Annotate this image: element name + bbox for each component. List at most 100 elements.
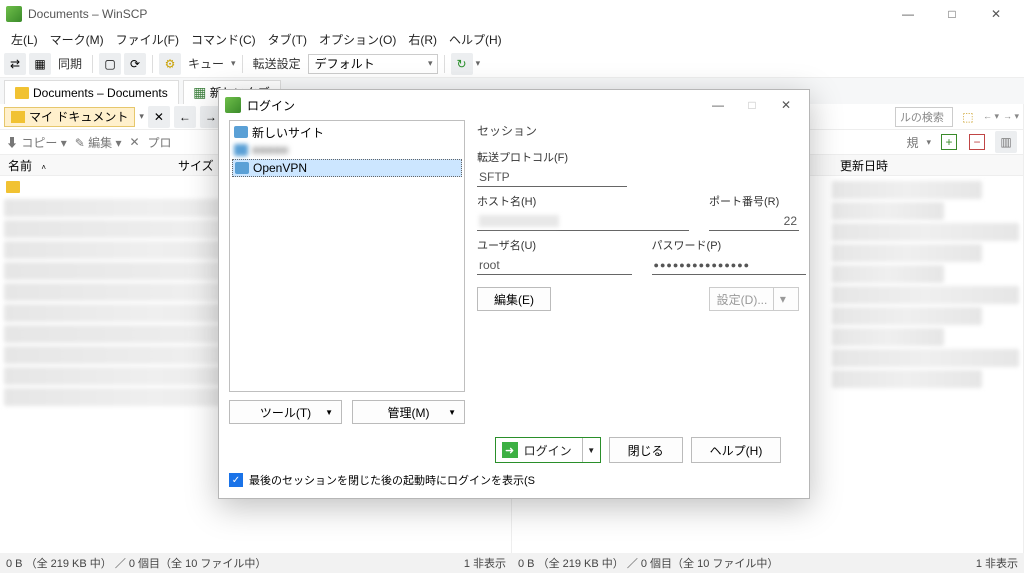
copy-btn[interactable]: ⬇ コピー ▾ bbox=[6, 134, 67, 151]
newview-btn[interactable]: 規 bbox=[906, 134, 918, 151]
dialog-minimize-button[interactable]: — bbox=[701, 91, 735, 119]
nav-btn[interactable]: ✕ bbox=[148, 106, 170, 128]
site-hidden[interactable]: ■■■■■ bbox=[232, 141, 462, 159]
menu-mark[interactable]: マーク(M) bbox=[45, 29, 109, 50]
monitor-icon bbox=[234, 126, 248, 138]
list-item[interactable] bbox=[832, 181, 982, 199]
user-label: ユーザ名(U) bbox=[477, 237, 632, 253]
menu-left[interactable]: 左(L) bbox=[6, 29, 43, 50]
host-field bbox=[477, 211, 689, 231]
edit-btn[interactable]: ✎ 編集 ▾ bbox=[75, 134, 122, 151]
site-openvpn[interactable]: OpenVPN bbox=[232, 159, 462, 177]
separator bbox=[152, 55, 153, 73]
chevron-down-icon[interactable]: ▾ bbox=[773, 288, 791, 310]
nav-back-r[interactable]: ← ▾ bbox=[983, 111, 999, 122]
col-size[interactable]: サイズ bbox=[170, 157, 222, 174]
pass-field bbox=[652, 255, 807, 275]
minimize-button[interactable]: — bbox=[886, 0, 930, 28]
tab-documents[interactable]: Documents – Documents bbox=[4, 80, 179, 104]
search-input[interactable]: ルの検索 bbox=[895, 107, 953, 127]
list-item[interactable] bbox=[832, 223, 1019, 241]
status-left-hidden: 1 非表示 bbox=[464, 555, 506, 571]
list-item[interactable] bbox=[832, 370, 982, 388]
list-item[interactable] bbox=[832, 202, 944, 220]
window-title: Documents – WinSCP bbox=[28, 7, 886, 21]
dialog-title: ログイン bbox=[247, 97, 701, 114]
port-label: ポート番号(R) bbox=[709, 193, 799, 209]
filter-icon[interactable]: ▥ bbox=[995, 131, 1017, 153]
status-right-text: 0 B （全 219 KB 中） ／ 0 個目（全 10 ファイル中） bbox=[518, 555, 778, 571]
left-crumb[interactable]: マイ ドキュメント bbox=[4, 107, 135, 127]
pro-btn[interactable]: プロ bbox=[148, 134, 172, 151]
col-name[interactable]: 名前 ˄ bbox=[0, 157, 170, 174]
nav-back-icon[interactable]: ← bbox=[174, 106, 196, 128]
status-right: 0 B （全 219 KB 中） ／ 0 個目（全 10 ファイル中） 1 非表… bbox=[512, 553, 1024, 573]
tb-gear-icon[interactable]: ⚙ bbox=[159, 53, 181, 75]
menu-help[interactable]: ヘルプ(H) bbox=[444, 29, 507, 50]
tools-button[interactable]: ツール(T) bbox=[229, 400, 342, 424]
plus-sq-icon[interactable]: + bbox=[941, 134, 957, 150]
main-titlebar: Documents – WinSCP — □ ✕ bbox=[0, 0, 1024, 28]
app-icon bbox=[6, 6, 22, 22]
crumb-dd[interactable]: ▾ bbox=[139, 111, 144, 122]
show-login-checkbox-row: ✓ 最後のセッションを閉じた後の起動時にログインを表示(S bbox=[219, 472, 809, 498]
folder-icon bbox=[11, 111, 25, 123]
separator bbox=[444, 55, 445, 73]
tb-refresh-dd[interactable]: ▾ bbox=[476, 58, 481, 69]
login-dialog: ログイン — □ ✕ 新しいサイト ■■■■■ OpenVPN bbox=[218, 89, 810, 499]
col-update[interactable]: 更新日時 bbox=[832, 157, 896, 174]
site-new[interactable]: 新しいサイト bbox=[232, 123, 462, 141]
site-openvpn-label: OpenVPN bbox=[253, 161, 307, 175]
tb-transfer-label: 転送設定 bbox=[249, 55, 305, 72]
list-item[interactable] bbox=[832, 244, 982, 262]
dialog-close-btn[interactable]: 閉じる bbox=[609, 437, 683, 463]
dialog-maximize-button[interactable]: □ bbox=[735, 91, 769, 119]
dialog-edit-row: 編集(E) 設定(D)... ▾ bbox=[477, 287, 799, 311]
status-right-hidden: 1 非表示 bbox=[976, 555, 1018, 571]
dialog-footer: ➜ ログイン ▼ 閉じる ヘルプ(H) bbox=[219, 428, 809, 472]
tb-transfer-combo[interactable]: デフォルト bbox=[308, 54, 438, 74]
menu-file[interactable]: ファイル(F) bbox=[111, 29, 184, 50]
main-toolbar: ⇄ ▦ 同期 ▢ ⟳ ⚙ キュー ▾ 転送設定 デフォルト ↻ ▾ bbox=[0, 50, 1024, 78]
menu-right[interactable]: 右(R) bbox=[403, 29, 442, 50]
list-item[interactable] bbox=[832, 349, 1019, 367]
session-group: セッション bbox=[477, 122, 799, 139]
list-item[interactable] bbox=[832, 286, 1019, 304]
menu-option[interactable]: オプション(O) bbox=[314, 29, 401, 50]
tb-btn3[interactable]: ▢ bbox=[99, 53, 121, 75]
monitor-icon bbox=[234, 144, 248, 156]
dialog-close-button[interactable]: ✕ bbox=[769, 91, 803, 119]
list-item[interactable] bbox=[832, 307, 982, 325]
login-arrow-icon: ➜ bbox=[502, 442, 518, 458]
checkbox-checked-icon[interactable]: ✓ bbox=[229, 473, 243, 487]
dialog-app-icon bbox=[225, 97, 241, 113]
settings-label: 設定(D)... bbox=[717, 291, 768, 308]
nav-btn-r1[interactable]: ⬚ bbox=[957, 106, 979, 128]
manage-button[interactable]: 管理(M) bbox=[352, 400, 465, 424]
tb-btn2[interactable]: ▦ bbox=[29, 53, 51, 75]
list-item[interactable] bbox=[832, 328, 944, 346]
login-label: ログイン bbox=[524, 442, 572, 459]
protocol-field: SFTP bbox=[477, 167, 627, 187]
tb-btn4[interactable]: ⟳ bbox=[124, 53, 146, 75]
login-dropdown[interactable]: ▼ bbox=[582, 438, 600, 462]
close-button[interactable]: ✕ bbox=[974, 0, 1018, 28]
menu-tab[interactable]: タブ(T) bbox=[263, 29, 312, 50]
tb-sync-icon[interactable]: ⇄ bbox=[4, 53, 26, 75]
edit-button[interactable]: 編集(E) bbox=[477, 287, 551, 311]
minus-sq-icon[interactable]: − bbox=[969, 134, 985, 150]
host-label: ホスト名(H) bbox=[477, 193, 689, 209]
dialog-help-btn[interactable]: ヘルプ(H) bbox=[691, 437, 782, 463]
tb-queue-dd[interactable]: ▾ bbox=[231, 58, 236, 69]
maximize-button[interactable]: □ bbox=[930, 0, 974, 28]
folder-icon bbox=[15, 87, 29, 99]
login-button[interactable]: ➜ ログイン ▼ bbox=[495, 437, 601, 463]
nav-fwd-r[interactable]: → ▾ bbox=[1003, 111, 1019, 122]
del-btn[interactable]: ✕ bbox=[129, 135, 139, 149]
menu-command[interactable]: コマンド(C) bbox=[186, 29, 261, 50]
list-item[interactable] bbox=[832, 265, 944, 283]
site-list[interactable]: 新しいサイト ■■■■■ OpenVPN bbox=[229, 120, 465, 392]
checkbox-label: 最後のセッションを閉じた後の起動時にログインを表示(S bbox=[249, 472, 535, 488]
separator bbox=[242, 55, 243, 73]
tb-refresh-icon[interactable]: ↻ bbox=[451, 53, 473, 75]
